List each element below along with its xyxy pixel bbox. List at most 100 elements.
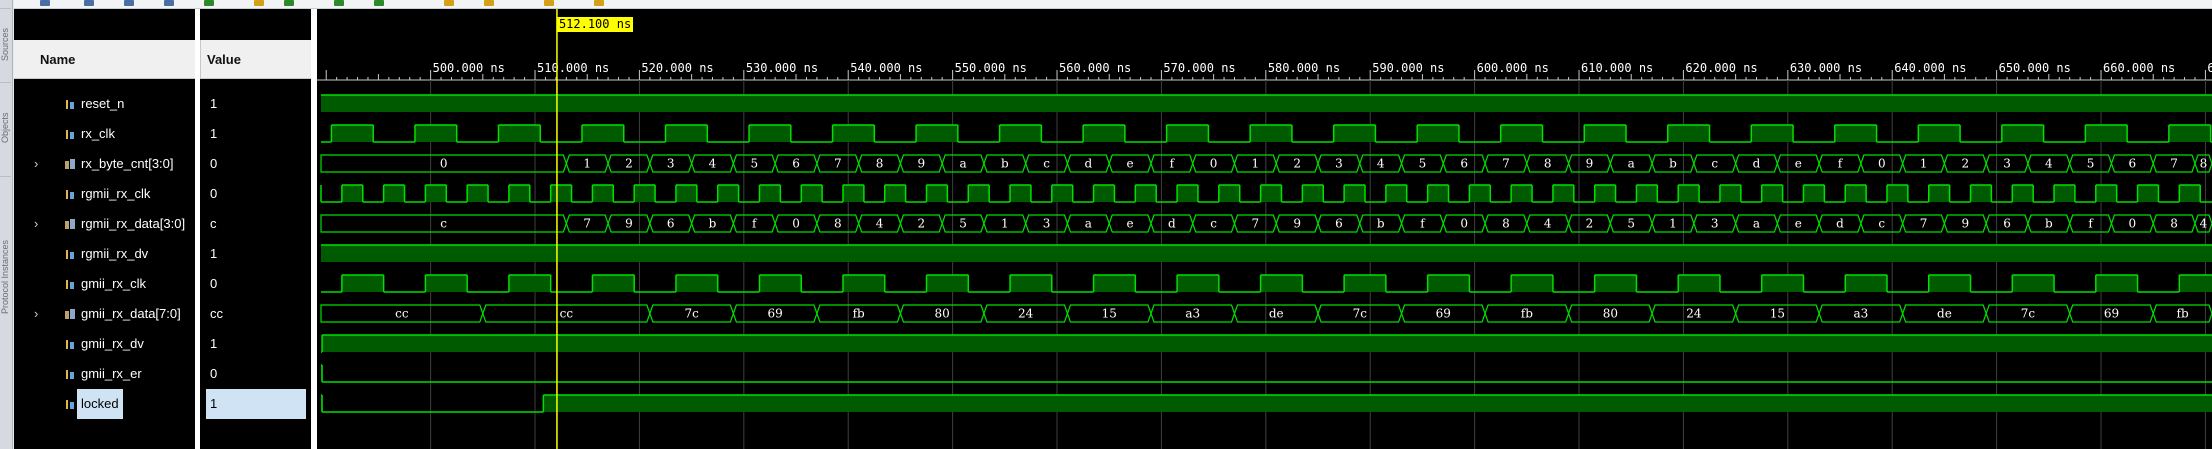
signal-name-row[interactable]: locked <box>14 389 195 419</box>
expand-chevron-icon[interactable]: › <box>34 149 38 179</box>
wave-high-fill <box>322 335 2212 352</box>
signal-name: rx_byte_cnt[3:0] <box>81 156 174 171</box>
ruler-tick-label: 670.000 ns <box>2207 61 2212 75</box>
bus-value-label: 1 <box>1669 217 1677 231</box>
bus-value-label: c <box>1711 157 1718 171</box>
wave-high-fill <box>926 275 969 292</box>
signal-name: rgmii_rx_clk <box>81 186 151 201</box>
signal-name: gmii_rx_er <box>81 366 142 381</box>
zoom-out-icon[interactable] <box>84 0 94 6</box>
side-tab-protocol-instances[interactable]: Protocol Instances <box>0 176 11 377</box>
bus-value-label: 9 <box>625 217 633 231</box>
signal-value-row[interactable]: 0 <box>200 149 311 179</box>
float-icon[interactable] <box>484 0 494 6</box>
wave-high-fill <box>1218 185 1240 202</box>
ruler-tick-label: 590.000 ns <box>1372 61 1444 75</box>
signal-value-row[interactable]: 0 <box>200 269 311 299</box>
wave-high-fill <box>1177 185 1198 202</box>
previous-transition-icon[interactable] <box>254 0 264 6</box>
bus-value-label: 7 <box>1920 217 1928 231</box>
wave-high-fill <box>467 185 489 202</box>
signal-value-row[interactable]: 1 <box>200 389 311 419</box>
signal-value-row[interactable]: 0 <box>200 359 311 389</box>
signal-name-row[interactable]: gmii_rx_dv <box>14 329 195 359</box>
wave-high-fill <box>1302 185 1324 202</box>
bus-value-label: 4 <box>1377 157 1385 171</box>
signal-name-row[interactable]: gmii_rx_er <box>14 359 195 389</box>
signal-value: 0 <box>210 186 218 201</box>
bus-value-label: 5 <box>1419 157 1427 171</box>
ruler-tick-label: 560.000 ns <box>1059 61 1131 75</box>
go-to-cursor-icon[interactable] <box>164 0 174 6</box>
wave-high-fill <box>2012 275 2055 292</box>
marker-icon[interactable] <box>204 0 214 6</box>
wave-high-fill <box>1093 185 1115 202</box>
bus-value-label: d <box>1836 217 1844 231</box>
signal-value: 1 <box>210 246 218 261</box>
value-column-header[interactable]: Value <box>200 40 311 79</box>
expand-chevron-icon[interactable]: › <box>34 299 38 329</box>
wave-high-fill <box>1928 275 1971 292</box>
wave-high-fill <box>1678 275 1720 292</box>
side-tab-sources[interactable]: Sources <box>0 8 11 79</box>
wave-high-fill <box>2168 125 2211 142</box>
signal-name-row[interactable]: rgmii_rx_dv <box>14 239 195 269</box>
waveform-canvas[interactable]: 500.000 ns 510.000 ns 520.000 ns 530.000 ns… <box>317 9 2212 449</box>
bus-value-label: fb <box>853 307 865 321</box>
zoom-fit-icon[interactable] <box>124 0 134 6</box>
bus-value-label: a3 <box>1185 307 1200 321</box>
signal-name-row[interactable]: gmii_rx_clk <box>14 269 195 299</box>
signal-name: gmii_rx_clk <box>81 276 147 291</box>
wave-high-fill <box>1166 125 1209 142</box>
signal-value-row[interactable]: 1 <box>200 89 311 119</box>
bus-value-label: 8 <box>1544 157 1552 171</box>
side-tab-objects[interactable]: Objects <box>0 82 11 173</box>
wave-high-fill <box>321 95 2212 112</box>
bus-value-label: de <box>1269 307 1284 321</box>
signal-value-row[interactable]: cc <box>200 299 311 329</box>
restart-icon[interactable] <box>594 0 604 6</box>
signal-value-row[interactable]: 1 <box>200 119 311 149</box>
name-column-header[interactable]: Name <box>14 40 195 79</box>
ruler-tick-label: 570.000 ns <box>1163 61 1235 75</box>
bus-value-label: 0 <box>2129 217 2137 231</box>
signal-name-row[interactable]: reset_n <box>14 89 195 119</box>
signal-value-row[interactable]: 1 <box>200 329 311 359</box>
wave-high-fill <box>1834 125 1877 142</box>
snap-icon[interactable] <box>444 0 454 6</box>
signal-value: c <box>210 216 217 231</box>
settings-icon[interactable] <box>544 0 554 6</box>
signal-value-row[interactable]: 1 <box>200 239 311 269</box>
zoom-icon[interactable] <box>40 0 50 6</box>
bus-value-label: 4 <box>1544 217 1552 231</box>
bus-value-label: d <box>1084 157 1092 171</box>
bus-value-label: 6 <box>792 157 800 171</box>
signal-name-row[interactable]: › rgmii_rx_data[3:0] <box>14 209 195 239</box>
expand-chevron-icon[interactable]: › <box>34 209 38 239</box>
bus-value-label: 80 <box>935 307 950 321</box>
bus-value-label: f <box>752 217 758 231</box>
next-transition-icon[interactable] <box>284 0 294 6</box>
signal-name-row[interactable]: › rx_byte_cnt[3:0] <box>14 149 195 179</box>
wave-high-fill <box>1135 185 1157 202</box>
add-marker-icon[interactable] <box>334 0 344 6</box>
bus-value-label: e <box>1795 157 1802 171</box>
bus-value-label: 6 <box>667 217 675 231</box>
signal-value: 0 <box>210 276 218 291</box>
ruler-tick-label: 630.000 ns <box>1790 61 1862 75</box>
signal-value-row[interactable]: 0 <box>200 179 311 209</box>
bus-value-label: 5 <box>959 217 967 231</box>
wave-high-fill <box>331 125 374 142</box>
bus-value-label: a <box>1753 217 1760 231</box>
signal-value-row[interactable]: c <box>200 209 311 239</box>
wave-high-fill <box>968 185 990 202</box>
cursor-time-label[interactable]: 512.100 ns <box>556 17 634 32</box>
bus-value-label: 1 <box>1001 217 1009 231</box>
wave-high-fill <box>1427 185 1449 202</box>
ruler-tick-label: 610.000 ns <box>1581 61 1653 75</box>
swap-cursors-icon[interactable] <box>374 0 384 6</box>
signal-name-row[interactable]: rx_clk <box>14 119 195 149</box>
signal-name-row[interactable]: rgmii_rx_clk <box>14 179 195 209</box>
signal-name-row[interactable]: › gmii_rx_data[7:0] <box>14 299 195 329</box>
wave-high-fill <box>1083 125 1125 142</box>
